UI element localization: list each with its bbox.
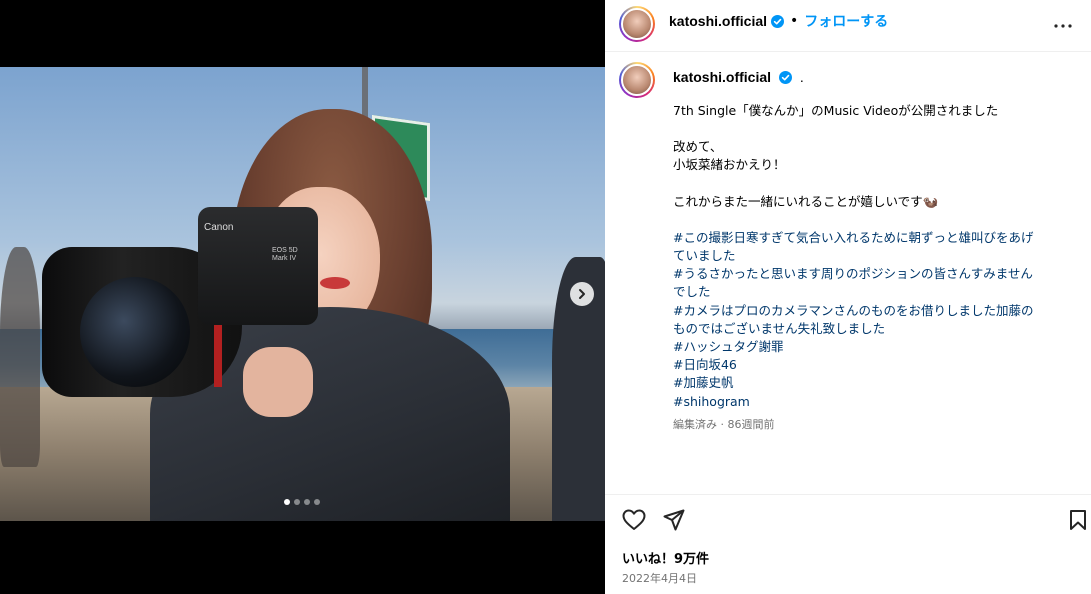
caption-hashtag-line[interactable]: #日向坂46 [673,356,1079,374]
caption-suffix: . [799,69,804,85]
carousel-indicator [284,499,320,505]
heart-icon [622,509,646,530]
caption-line: これからまた一緒にいれることが嬉しいです🦦 [673,193,939,209]
more-options-button[interactable] [1051,14,1075,38]
caption-line [673,175,1079,193]
paper-plane-icon [663,509,685,531]
chevron-right-icon [579,289,585,299]
post-side-panel: katoshi.official • フォローする katoshi.offici… [605,0,1091,594]
verified-badge-icon [771,14,785,28]
caption-hashtag-line[interactable]: #shihogram [673,393,1079,411]
carousel-dot [294,499,300,505]
caption-hashtag-line[interactable]: ものではございません失礼致しました [673,320,1079,338]
caption-hashtag-line[interactable]: #加藤史帆 [673,374,1079,392]
caption-hashtag-line[interactable]: でした [673,283,1079,301]
follow-button[interactable]: フォローする [804,11,888,31]
caption-hashtag-line[interactable]: ていました [673,247,1079,265]
media-pane: Canon EOS 5D Mark IV [0,0,605,594]
caption-line: 改めて、 [673,139,723,155]
carousel-dot [314,499,320,505]
avatar[interactable] [619,6,655,42]
caption-hashtag-line[interactable]: #うるさかったと思います周りのポジションの皆さんすみません [673,265,1079,283]
caption-hashtag-line[interactable]: #カメラはプロのカメラマンさんのものをお借りしました加藤の [673,302,1079,320]
verified-badge-icon [778,71,792,84]
like-count[interactable]: いいね！9万件 [622,548,709,567]
header-username[interactable]: katoshi.official [669,13,767,29]
action-bar [605,494,1091,546]
share-button[interactable] [661,507,687,533]
caption-area: katoshi.official . 7th Single「僕なんか」のMusi… [605,52,1091,494]
bookmark-icon [1070,510,1086,530]
save-button[interactable] [1065,507,1091,533]
more-options-icon [1054,24,1072,28]
edited-timestamp[interactable]: 編集済み · 86週間前 [673,416,775,432]
carousel-dot [284,499,290,505]
camera-model-text: EOS 5D Mark IV [272,247,298,262]
caption-hashtag-line[interactable]: #この撮影日寒すぎて気合い入れるために朝ずっと雄叫びをあげ [673,229,1079,247]
caption-username[interactable]: katoshi.official [673,69,771,85]
like-button[interactable] [621,507,647,533]
caption-line: 小坂菜緒おかえり！ [673,157,786,173]
carousel-next-button[interactable] [570,282,594,306]
caption-line [673,120,1079,138]
caption-avatar[interactable] [619,62,655,98]
post-header: katoshi.official • フォローする [605,0,1091,52]
header-user-row: katoshi.official • フォローする [669,11,888,31]
caption-line: 7th Single「僕なんか」のMusic Videoが公開されました [673,103,999,118]
caption-text: 7th Single「僕なんか」のMusic Videoが公開されました 改めて、… [673,102,1079,411]
photo-lens-glass [80,277,190,387]
photo-hand [243,347,313,417]
camera-brand-text: Canon [204,222,234,233]
post-photo: Canon EOS 5D Mark IV [0,67,605,521]
avatar-image [621,8,653,40]
caption-line [673,211,1079,229]
carousel-dot [304,499,310,505]
header-separator: • [790,13,799,29]
photo-lips [320,277,350,289]
caption-user-row: katoshi.official . [673,69,804,85]
caption-hashtag-line[interactable]: #ハッシュタグ謝罪 [673,338,1079,356]
photo-background-person [0,247,40,467]
avatar-image [621,64,653,96]
post-date[interactable]: 2022年4月4日 [622,570,697,586]
